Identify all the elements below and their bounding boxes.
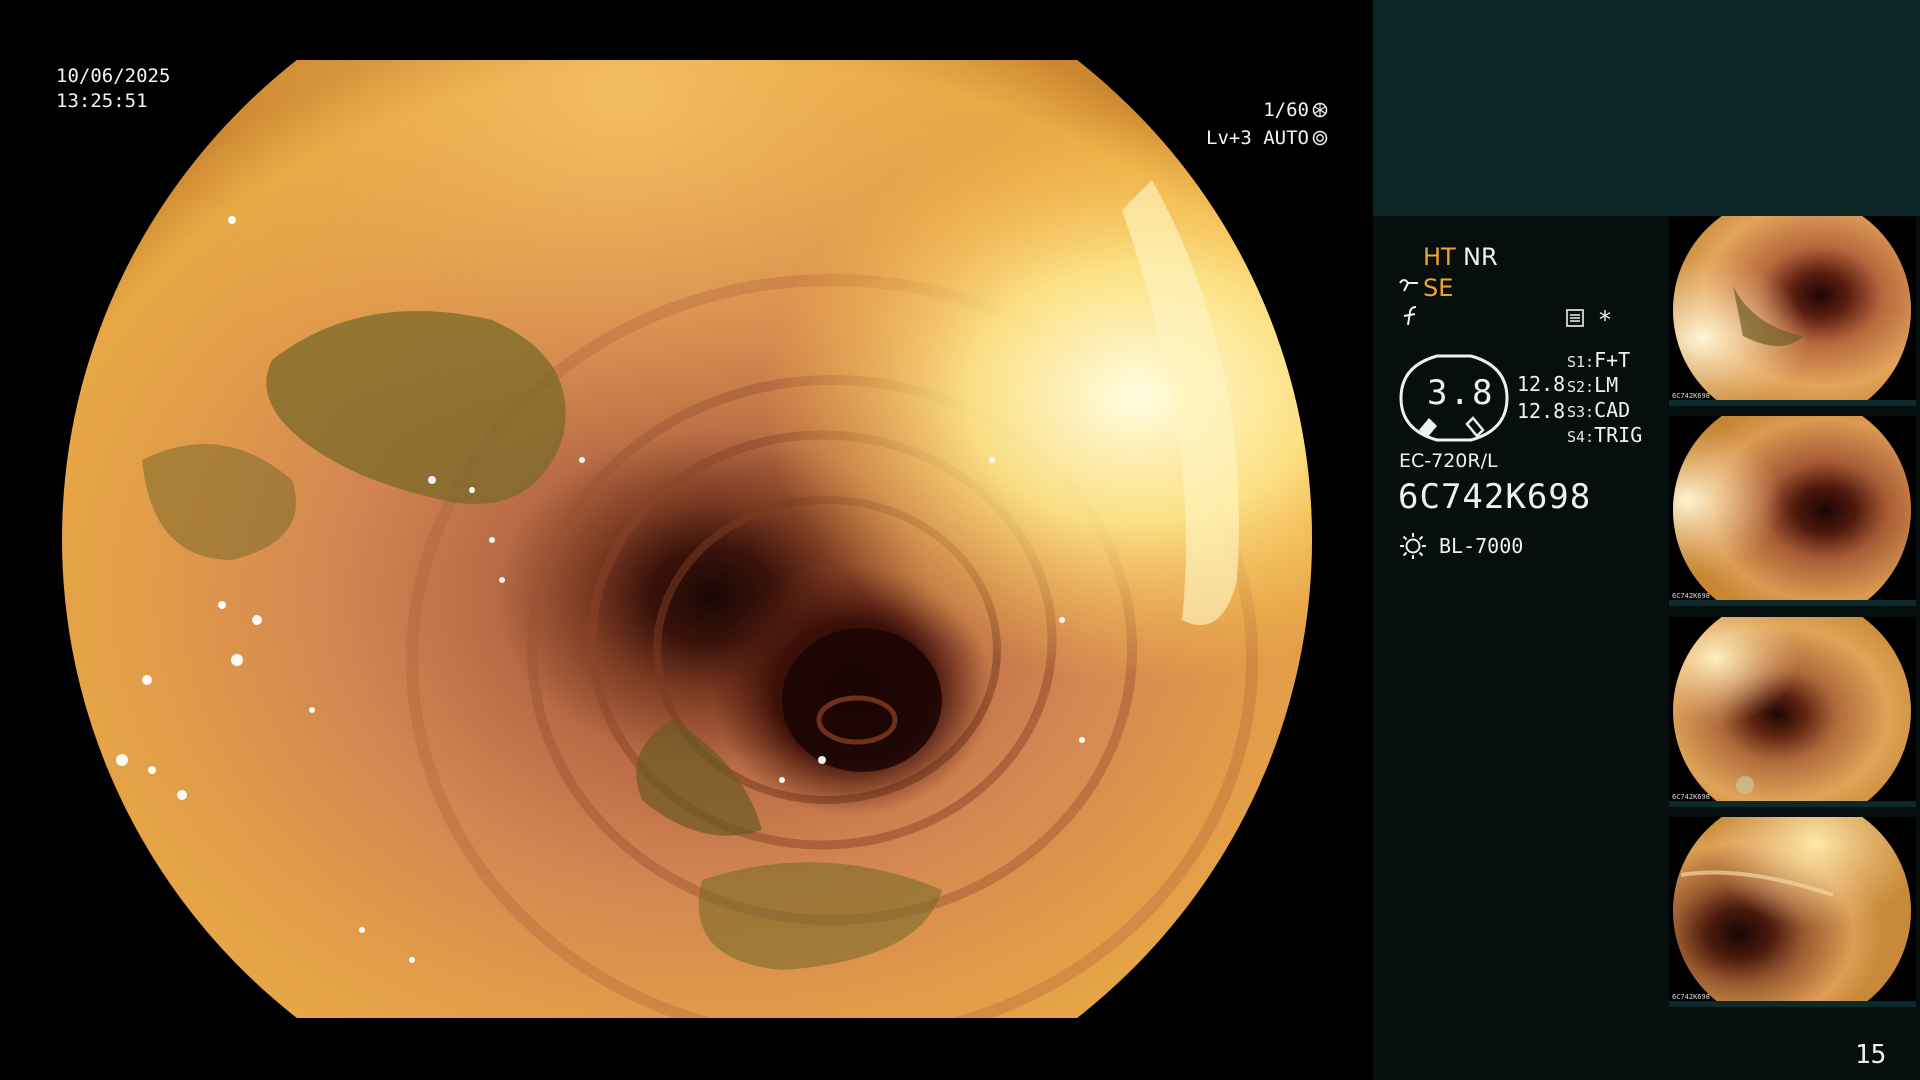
colon-lumen-image [62,60,1312,1018]
gauge-value: 3.8 [1427,373,1495,413]
thumbnail-1[interactable]: 6C742K698 [1669,216,1916,406]
exposure-level-readout: Lv+3 AUTO [1206,126,1328,151]
exam-date: 10/06/2025 [56,65,171,87]
thumbnail-label: 6C742K698 [1672,993,1710,1001]
endoscope-view: 10/06/2025 13:25:51 1/60 Lv+3 AUTO [0,0,1372,1080]
readout-value-1: 12.8 [1517,372,1566,396]
iris-icon [1312,130,1328,146]
shutter-icon [1312,102,1328,118]
thumbnail-bar [1669,801,1916,807]
thumbnail-bar [1669,600,1916,606]
light-source-model: BL-7000 [1439,534,1524,558]
endoscopy-screen: 10/06/2025 13:25:51 1/60 Lv+3 AUTO HT NR… [0,0,1920,1080]
memo-icon [1566,309,1584,327]
thumbnail-label: 6C742K698 [1672,592,1710,600]
star-icon: * [1599,306,1611,334]
shutter-readout: 1/60 [1263,98,1328,123]
scope-model: EC-720R/L [1399,450,1498,472]
thumbnail-3[interactable]: 6C742K698 [1669,617,1916,807]
switch-value: LM [1594,373,1619,397]
switch-key: S1: [1567,353,1595,371]
thumbnail-image [1673,216,1911,404]
panel-top-band [1373,0,1920,216]
scope-serial: 6C742K698 [1398,477,1592,517]
switch-key: S2: [1567,378,1595,396]
switch-row-s1: S1:F+T [1567,348,1630,372]
switch-value: TRIG [1594,423,1643,447]
mode-ht-label: HT [1423,243,1456,271]
page-number: 15 [1855,1040,1887,1070]
mode-se-label: SE [1423,274,1454,302]
thumbnail-image [1673,817,1911,1005]
thumbnail-label: 6C742K698 [1672,793,1710,801]
light-source-icon [1400,533,1426,559]
exposure-level-value: Lv+3 AUTO [1206,127,1309,149]
thumbnail-image [1673,617,1911,805]
thumbnail-bar [1669,1001,1916,1007]
switch-key: S3: [1567,403,1595,421]
structure-enhance-icon [1399,279,1418,292]
thumbnail-bar [1669,400,1916,406]
switch-key: S4: [1567,428,1595,446]
exam-time: 13:25:51 [56,90,148,112]
switch-value: CAD [1594,398,1631,422]
endoscope-image [62,60,1312,1018]
switch-value: F+T [1594,348,1631,372]
mode-nr-label: NR [1463,243,1498,271]
switch-row-s2: S2:LM [1567,373,1618,397]
switch-row-s3: S3:CAD [1567,398,1630,422]
readout-value-2: 12.8 [1517,399,1566,423]
thumbnail-2[interactable]: 6C742K698 [1669,416,1916,606]
freeze-icon [1403,306,1417,326]
shutter-value: 1/60 [1263,99,1309,121]
thumbnail-label: 6C742K698 [1672,392,1710,400]
switch-row-s4: S4:TRIG [1567,423,1642,447]
thumbnail-4[interactable]: 6C742K698 [1669,817,1916,1007]
thumbnail-image [1673,416,1911,604]
